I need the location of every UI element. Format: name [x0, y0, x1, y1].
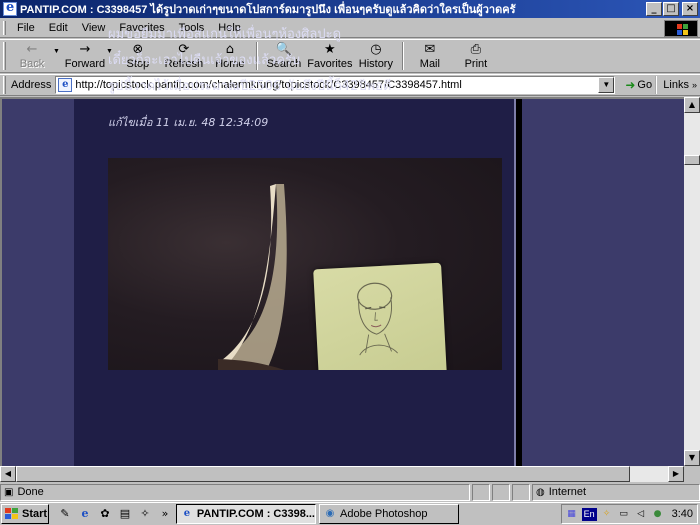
- menu-edit[interactable]: Edit: [42, 22, 75, 34]
- horizontal-scrollbar[interactable]: ◀ ▶: [0, 466, 684, 482]
- ie-quicklaunch-icon[interactable]: e: [77, 506, 93, 522]
- close-button[interactable]: ×: [682, 2, 698, 16]
- edit-time: 11 เม.ย. 48 12:34:09: [155, 116, 269, 129]
- scroll-up-icon[interactable]: ▲: [684, 97, 700, 113]
- address-grip[interactable]: [3, 76, 6, 94]
- minimize-button[interactable]: _: [646, 2, 662, 16]
- scroll-left-icon[interactable]: ◀: [0, 466, 16, 482]
- scroll-right-icon[interactable]: ▶: [668, 466, 684, 482]
- post-line: เดี๋ยวก็จะเอาไปคืนเจ้าของแล้วครับ: [108, 53, 301, 68]
- chevron-right-icon: »: [691, 80, 697, 90]
- window-title: PANTIP.COM : C3398457 ได้รูปวาดเก่าๆขนาด…: [20, 4, 516, 16]
- post-line: ผมขอยืมมาเพื่อสแกนให้เพื่อนๆห้องศิลปะดู: [108, 27, 342, 42]
- system-tray: ▦ En ✧ ▭ ◁ ● 3:40: [560, 504, 698, 524]
- edit-timestamp: แก้ไขเมื่อ 11 เม.ย. 48 12:34:09: [108, 110, 391, 136]
- horizontal-scroll-thumb[interactable]: [16, 466, 630, 482]
- status-pane-zone: ◍ Internet: [532, 483, 700, 501]
- toolbar-separator: [401, 42, 404, 70]
- notepad-icon[interactable]: ✎: [57, 506, 73, 522]
- right-margin: [522, 99, 684, 466]
- tray-status-icon[interactable]: ●: [651, 507, 665, 521]
- page-icon: e: [58, 78, 73, 92]
- task-photoshop[interactable]: ◉ Adobe Photoshop: [319, 504, 459, 524]
- status-pane-extra: [512, 483, 530, 501]
- ie-task-icon: e: [183, 508, 191, 519]
- tool-icon[interactable]: ✧: [137, 506, 153, 522]
- address-dropdown-icon[interactable]: ▼: [598, 77, 615, 93]
- ie-icon[interactable]: [3, 0, 17, 16]
- vertical-scrollbar[interactable]: ▲ ▼: [684, 97, 700, 466]
- windows-flag-icon: [5, 508, 19, 520]
- post-line: รูปนี้วาดไว้เมื่อประมาณปี2506 นับถึงปีนี…: [108, 79, 392, 94]
- paint-icon[interactable]: ✿: [97, 506, 113, 522]
- back-button[interactable]: ← Back: [9, 40, 55, 72]
- windows-logo-icon: [664, 20, 698, 37]
- tray-app-icon[interactable]: ▦: [565, 507, 579, 521]
- vertical-scroll-thumb[interactable]: [684, 155, 700, 165]
- printer-icon: ⎙: [470, 41, 482, 57]
- language-indicator[interactable]: En: [581, 507, 597, 521]
- go-button[interactable]: ➜ Go: [621, 76, 656, 94]
- scrollbar-corner: [684, 466, 700, 482]
- edit-label: แก้ไขเมื่อ: [108, 116, 153, 129]
- post-body: ผมขอยืมมาเพื่อสแกนให้เพื่อนๆห้องศิลปะดู …: [108, 22, 391, 136]
- tray-monitor-icon[interactable]: ▭: [617, 507, 631, 521]
- tray-tool-icon[interactable]: ✧: [600, 507, 614, 521]
- menu-view[interactable]: View: [75, 22, 113, 34]
- forward-button[interactable]: → Forward: [62, 40, 108, 72]
- globe-icon: ◍: [536, 486, 545, 498]
- back-dropdown-icon[interactable]: ▼: [53, 48, 60, 55]
- go-label: Go: [637, 79, 653, 91]
- go-arrow-icon: ➜: [625, 78, 636, 92]
- menu-file[interactable]: File: [10, 22, 42, 34]
- portrait-sketch: [357, 282, 398, 356]
- scanned-photo: [108, 158, 502, 370]
- task-ie-window[interactable]: e PANTIP.COM : C3398...: [176, 504, 316, 524]
- more-quicklaunch-icon[interactable]: »: [157, 506, 173, 522]
- status-text: Done: [17, 486, 44, 498]
- start-button[interactable]: Start: [1, 504, 49, 524]
- status-pane-progress: [472, 483, 490, 501]
- tray-volume-icon[interactable]: ◁: [634, 507, 648, 521]
- status-bar: ▣ Done ◍ Internet: [0, 482, 700, 502]
- print-button[interactable]: ⎙ Print: [453, 40, 499, 72]
- forward-arrow-icon: →: [79, 41, 91, 57]
- scroll-down-icon[interactable]: ▼: [684, 450, 700, 466]
- maximize-button[interactable]: □: [663, 2, 679, 16]
- page-done-icon: ▣: [4, 486, 14, 498]
- caption-buttons: _ □ ×: [645, 2, 698, 16]
- back-arrow-icon: ←: [26, 41, 38, 57]
- quick-launch: ✎ e ✿ ▤ ✧ »: [57, 506, 173, 522]
- title-bar[interactable]: PANTIP.COM : C3398457 ได้รูปวาดเก่าๆขนาด…: [0, 0, 700, 18]
- column-divider: [514, 99, 522, 466]
- mail-button[interactable]: ✉ Mail: [407, 40, 453, 72]
- network-icon[interactable]: ▤: [117, 506, 133, 522]
- mail-icon: ✉: [424, 41, 436, 57]
- toolbar-grip[interactable]: [3, 42, 6, 70]
- address-label: Address: [11, 79, 52, 91]
- status-pane-main: ▣ Done: [0, 483, 470, 501]
- left-margin: [2, 99, 74, 466]
- status-pane-lock: [492, 483, 510, 501]
- menu-grip[interactable]: [3, 21, 6, 35]
- taskbar: Start ✎ e ✿ ▤ ✧ » e PANTIP.COM : C3398..…: [0, 502, 700, 525]
- clock[interactable]: 3:40: [672, 508, 693, 520]
- links-button[interactable]: Links »: [655, 76, 700, 94]
- photoshop-task-icon: ◉: [325, 508, 335, 519]
- browser-window: PANTIP.COM : C3398457 ได้รูปวาดเก่าๆขนาด…: [0, 0, 700, 525]
- zone-text: Internet: [548, 486, 587, 498]
- postcard: [313, 262, 447, 370]
